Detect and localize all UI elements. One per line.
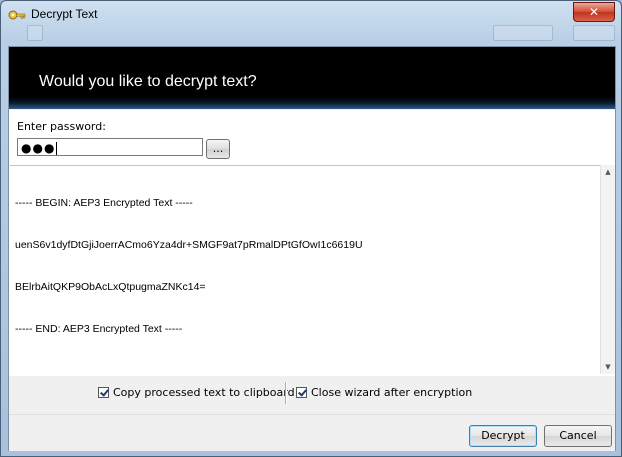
copy-to-clipboard-option[interactable]: Copy processed text to clipboard [98,386,295,399]
cancel-button[interactable]: Cancel [544,425,612,447]
vertical-scrollbar[interactable]: ▲ ▼ [600,165,615,374]
decrypt-button[interactable]: Decrypt [469,425,537,447]
close-wizard-option[interactable]: Close wizard after encryption [296,386,472,399]
options-row: Copy processed text to clipboard Close w… [9,377,615,413]
close-wizard-label: Close wizard after encryption [311,386,473,399]
close-wizard-checkbox[interactable] [296,387,307,398]
header-banner: Would you like to decrypt text? [9,47,615,109]
scroll-up-icon[interactable]: ▲ [601,165,615,179]
copy-to-clipboard-label: Copy processed text to clipboard [113,386,295,399]
key-icon [8,10,26,20]
browse-password-button[interactable]: ... [206,139,230,159]
decrypt-window: Decrypt Text ✕ Would you like to decrypt… [0,0,622,457]
close-icon: ✕ [588,5,600,19]
banner-heading: Would you like to decrypt text? [39,73,257,90]
content-panel: Enter password: ●●● ... ----- BEGIN: AEP… [9,110,615,376]
text-line: ----- BEGIN: AEP3 Encrypted Text ----- [15,197,193,209]
text-line: BElrbAitQKP9ObAcLxQtpugmaZNKc14= [15,281,206,293]
copy-to-clipboard-checkbox[interactable] [98,387,109,398]
close-button[interactable]: ✕ [573,2,615,22]
options-divider [285,382,287,404]
dialog-client-area: Would you like to decrypt text? Enter pa… [8,46,616,451]
text-caret [56,142,58,155]
password-value: ●●● [21,141,56,155]
password-field[interactable]: ●●● [17,138,203,156]
password-label: Enter password: [17,120,106,133]
window-title: Decrypt Text [31,7,98,21]
encrypted-text-area[interactable]: ----- BEGIN: AEP3 Encrypted Text ----- u… [10,165,600,374]
text-line: ----- END: AEP3 Encrypted Text ----- [15,323,183,335]
text-line: uenS6v1dyfDtGjiJoerrACmo6Yza4dr+SMGF9at7… [15,239,363,251]
scroll-down-icon[interactable]: ▼ [601,360,615,374]
button-bar: Decrypt Cancel [9,414,615,451]
background-toolbar-ghost [13,23,615,41]
